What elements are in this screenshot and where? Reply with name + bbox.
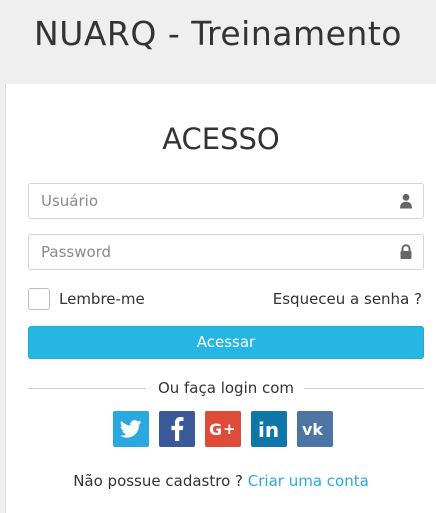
username-field[interactable] <box>28 183 424 219</box>
svg-text:vk: vk <box>302 421 323 437</box>
header: NUARQ - Treinamento <box>0 0 436 84</box>
forgot-password-link[interactable]: Esqueceu a senha ? <box>273 290 422 308</box>
user-icon <box>399 193 413 209</box>
password-field[interactable] <box>28 234 424 270</box>
lock-icon <box>399 244 413 260</box>
remember-label: Lembre-me <box>59 290 145 308</box>
login-page: NUARQ - Treinamento ACESSO Usuário Lembr… <box>0 0 436 513</box>
twitter-button[interactable] <box>113 411 149 447</box>
vk-button[interactable]: vk <box>297 411 333 447</box>
password-input[interactable] <box>29 235 423 269</box>
login-button[interactable]: Acessar <box>28 326 424 359</box>
svg-text:+: + <box>223 420 236 438</box>
social-divider: Ou faça login com <box>28 378 424 398</box>
divider-line-right <box>304 388 424 389</box>
facebook-icon <box>170 417 184 441</box>
remember-checkbox[interactable] <box>28 288 50 310</box>
linkedin-button[interactable]: in <box>251 411 287 447</box>
svg-text:in: in <box>258 418 279 440</box>
signup-row: Não possue cadastro ? Criar uma conta <box>6 472 436 490</box>
login-title: ACESSO <box>162 122 280 156</box>
login-card: ACESSO Lembre-me Esqueceu a <box>5 84 436 513</box>
username-input[interactable] <box>29 184 423 218</box>
app-title: NUARQ - Treinamento <box>34 14 402 53</box>
google-plus-icon: G + <box>208 419 238 439</box>
create-account-link[interactable]: Criar uma conta <box>248 472 369 490</box>
signup-prompt: Não possue cadastro ? <box>73 472 243 490</box>
twitter-icon <box>120 420 142 438</box>
linkedin-icon: in <box>257 418 281 440</box>
remember-me[interactable]: Lembre-me <box>28 288 145 310</box>
vk-icon: vk <box>302 421 328 437</box>
svg-text:G: G <box>209 420 222 439</box>
facebook-button[interactable] <box>159 411 195 447</box>
google-plus-button[interactable]: G + <box>205 411 241 447</box>
social-buttons: G + in vk <box>113 411 333 447</box>
